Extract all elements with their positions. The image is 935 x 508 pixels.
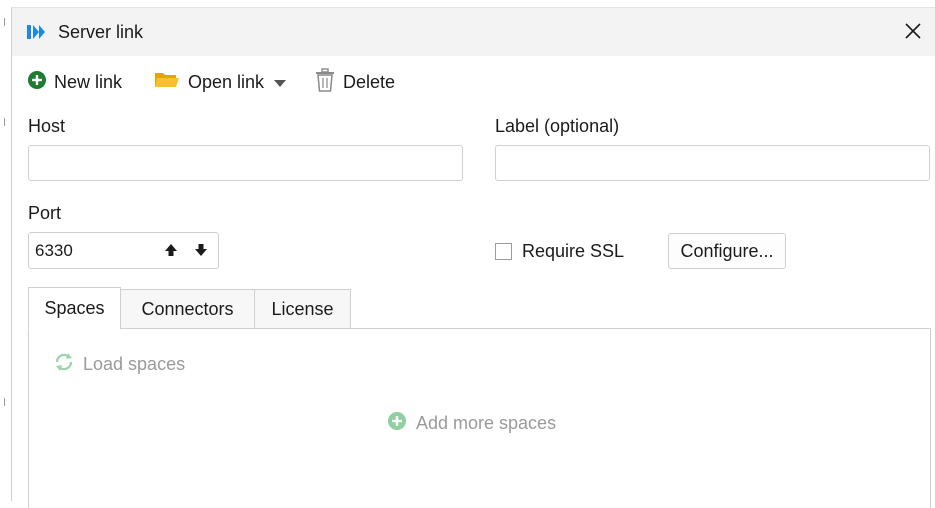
refresh-icon xyxy=(53,351,75,378)
tab-connectors[interactable]: Connectors xyxy=(120,289,255,329)
open-link-button[interactable]: Open link xyxy=(154,66,287,98)
require-ssl-toggle[interactable]: Require SSL xyxy=(495,241,624,262)
port-label: Port xyxy=(28,203,62,223)
server-link-app-icon xyxy=(27,24,47,45)
new-link-button[interactable]: New link xyxy=(28,66,122,98)
window-title: Server link xyxy=(58,22,144,42)
edge-tick xyxy=(4,18,5,26)
delete-button[interactable]: Delete xyxy=(315,66,395,98)
plus-circle-icon xyxy=(388,412,406,435)
load-spaces-button[interactable]: Load spaces xyxy=(53,351,185,378)
host-label: Host xyxy=(28,116,66,136)
caret-down-icon[interactable] xyxy=(274,72,287,93)
tab-license[interactable]: License xyxy=(254,289,351,329)
host-input[interactable] xyxy=(28,145,463,181)
open-link-label: Open link xyxy=(188,71,265,92)
load-spaces-label: Load spaces xyxy=(83,354,186,374)
folder-icon xyxy=(154,70,180,95)
trash-icon xyxy=(315,67,335,97)
configure-button[interactable]: Configure... xyxy=(668,233,786,269)
plus-circle-icon xyxy=(28,70,46,94)
arrow-down-icon[interactable] xyxy=(194,243,208,262)
label-input[interactable] xyxy=(495,145,930,181)
toolbar: New link Open link Delete xyxy=(12,66,935,98)
add-more-spaces-button[interactable]: Add more spaces xyxy=(388,412,556,435)
add-more-spaces-label: Add more spaces xyxy=(416,413,557,433)
close-icon xyxy=(905,23,921,39)
arrow-up-icon[interactable] xyxy=(164,243,178,262)
label-optional-label: Label (optional) xyxy=(495,116,620,136)
port-stepper xyxy=(28,232,219,269)
background-edge xyxy=(0,0,11,501)
require-ssl-checkbox[interactable] xyxy=(495,243,512,260)
delete-label: Delete xyxy=(343,71,396,92)
title-bar: Server link xyxy=(12,8,935,56)
close-button[interactable] xyxy=(890,8,935,56)
server-link-dialog: Server link New link Open link Delete Ho… xyxy=(11,7,935,508)
edge-tick xyxy=(4,118,5,126)
edge-tick xyxy=(4,398,5,406)
spaces-panel: Load spaces Add more spaces xyxy=(28,328,931,508)
tab-spaces[interactable]: Spaces xyxy=(28,287,121,330)
port-input[interactable] xyxy=(29,233,161,268)
new-link-label: New link xyxy=(54,71,123,92)
require-ssl-label: Require SSL xyxy=(522,241,625,261)
